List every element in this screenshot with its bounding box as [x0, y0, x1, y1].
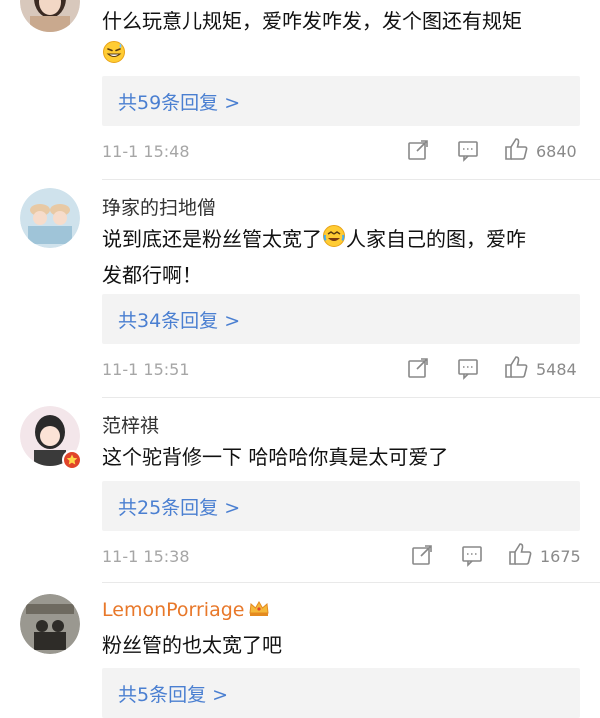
comment-icon[interactable] [460, 543, 486, 569]
share-icon[interactable] [406, 356, 432, 382]
divider [102, 397, 600, 398]
like-count: 1675 [540, 546, 581, 566]
like-button[interactable]: 1675 [508, 543, 581, 569]
like-button[interactable]: 6840 [504, 138, 577, 164]
reply-count-link[interactable]: 共59条回复 > [102, 76, 580, 126]
like-button[interactable]: 5484 [504, 356, 577, 382]
crown-icon [248, 599, 270, 622]
timestamp: 11-1 15:48 [102, 142, 190, 161]
comment-text: 这个驼背修一下 哈哈哈你真是太可爱了 [102, 445, 449, 469]
reply-count-link[interactable]: 共34条回复 > [102, 294, 580, 344]
timestamp: 11-1 15:38 [102, 547, 190, 566]
comment-text: 什么玩意儿规矩，爱咋发咋发，发个图还有规矩 [102, 4, 582, 74]
avatar[interactable] [20, 0, 80, 32]
comment-text: 粉丝管的也太宽了吧 [102, 633, 282, 657]
thumbs-up-icon [504, 137, 530, 165]
like-count: 6840 [536, 141, 577, 161]
meta-row: 11-1 15:51 5484 [0, 356, 600, 386]
avatar[interactable] [20, 188, 80, 248]
share-icon[interactable] [406, 138, 432, 164]
reply-count-link[interactable]: 共5条回复 > [102, 668, 580, 718]
username[interactable]: 范梓祺 [102, 411, 159, 438]
comment-text: 说到底还是粉丝管太宽了 人家自己的图，爱咋 发都行啊！ [102, 222, 582, 292]
like-count: 5484 [536, 359, 577, 379]
meta-row: 11-1 15:38 1675 [0, 543, 600, 573]
username[interactable]: LemonPorriage [102, 599, 270, 622]
thumbs-up-icon [508, 542, 534, 570]
reply-count-link[interactable]: 共25条回复 > [102, 481, 580, 531]
comment-icon[interactable] [456, 138, 482, 164]
share-icon[interactable] [410, 543, 436, 569]
meta-row: 11-1 15:48 6840 [0, 138, 600, 168]
laughing-crying-emoji-icon [322, 224, 346, 258]
divider [102, 179, 600, 180]
divider [102, 582, 600, 583]
verified-badge-icon [62, 450, 82, 474]
thumbs-up-icon [504, 355, 530, 383]
comment-icon[interactable] [456, 356, 482, 382]
username[interactable]: 琤家的扫地僧 [102, 193, 216, 220]
timestamp: 11-1 15:51 [102, 360, 190, 379]
grinning-sweat-emoji-icon [102, 40, 126, 74]
avatar[interactable] [20, 594, 80, 654]
